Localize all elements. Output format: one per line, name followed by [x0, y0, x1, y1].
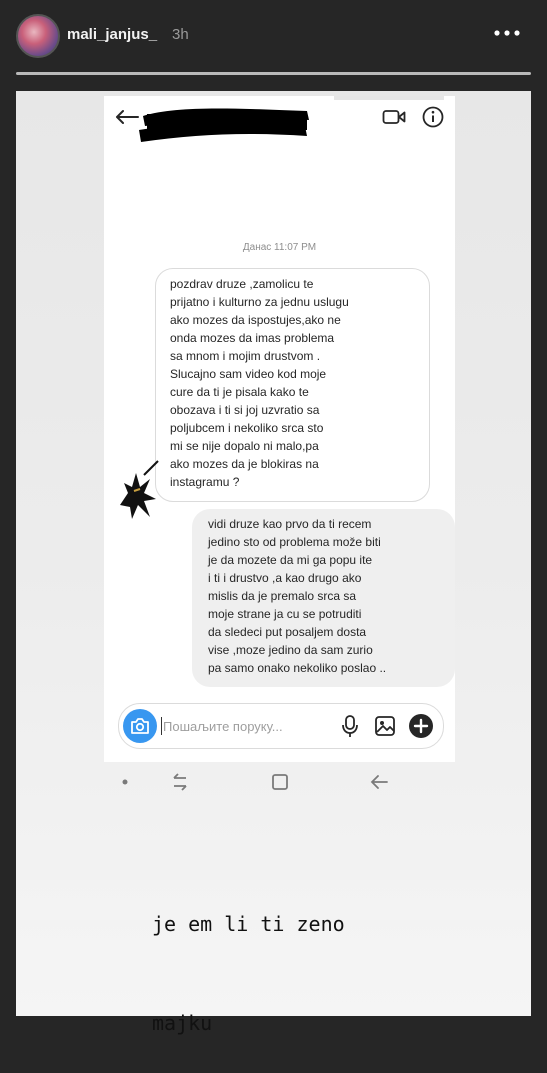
microphone-icon[interactable]: [341, 714, 359, 738]
text-cursor: [161, 717, 162, 735]
nav-back-icon: [370, 775, 388, 789]
message-composer: [118, 703, 444, 749]
status-bar: [334, 96, 444, 100]
video-call-icon[interactable]: [382, 108, 406, 126]
home-icon: [272, 774, 288, 790]
date-separator: Данас 11:07 PM: [242, 242, 317, 253]
caption-line-1: je em li ti zeno: [152, 912, 345, 936]
gallery-icon[interactable]: [374, 715, 396, 737]
camera-button[interactable]: [123, 709, 157, 743]
message-input[interactable]: [163, 716, 323, 736]
dm-screenshot: Данас 11:07 PM pozdrav druze ,zamolicu t…: [104, 96, 455, 762]
avatar[interactable]: [16, 14, 60, 58]
story-caption: je em li ti zeno majku: [152, 842, 345, 1073]
received-message: pozdrav druze ,zamolicu te prijatno i ku…: [155, 268, 430, 502]
android-navigation-bar: [122, 773, 388, 791]
story-progress-bar: [16, 72, 531, 75]
sender-avatar: [120, 460, 159, 519]
post-time: 3h: [172, 26, 189, 43]
plus-icon[interactable]: [408, 713, 434, 739]
username[interactable]: mali_janjus_: [67, 26, 157, 43]
camera-icon: [131, 718, 149, 734]
redacted-name-scribble: [139, 108, 309, 142]
nav-dot-icon: [122, 779, 128, 785]
sent-message: vidi druze kao prvo da ti recem jedino s…: [192, 509, 455, 687]
story-header: mali_janjus_ 3h: [0, 0, 547, 72]
more-icon[interactable]: [493, 24, 521, 42]
recent-apps-icon: [173, 773, 187, 791]
info-icon[interactable]: [422, 106, 444, 128]
